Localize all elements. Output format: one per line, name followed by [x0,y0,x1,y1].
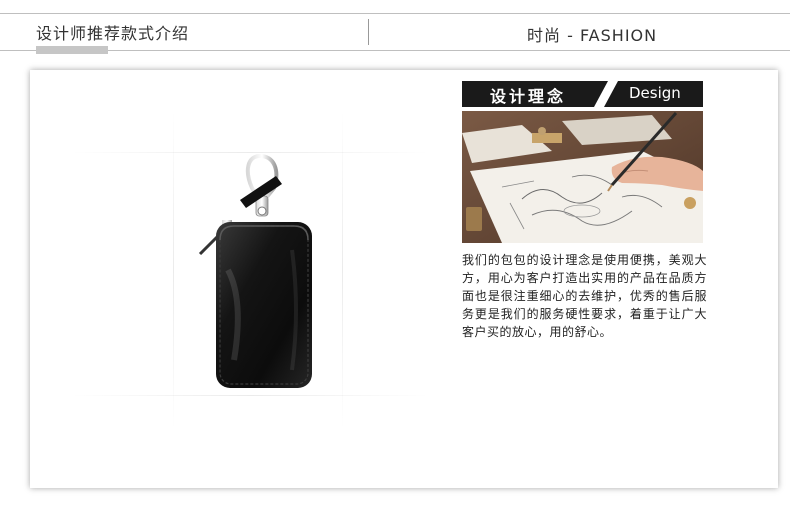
title-accent-bar [36,46,108,54]
page-header: 设计师推荐款式介绍 时尚 - FASHION [0,0,790,60]
designer-sketch-photo [462,111,703,243]
design-label-en: Design [629,84,681,102]
design-description: 我们的包包的设计理念是使用便携，美观大方，用心为客户打造出实用的产品在品质方面也… [462,253,707,339]
designer-sketching-icon [462,111,703,243]
design-banner: 设计理念 Design [462,81,703,107]
section-title: 设计师推荐款式介绍 [36,24,190,43]
header-bottom-rule [0,50,790,51]
header-top-rule [0,13,790,14]
leather-key-case-icon [198,153,312,388]
fashion-title: 时尚 - FASHION [527,26,658,45]
design-label-cn: 设计理念 [490,87,567,106]
header-divider [368,19,369,45]
